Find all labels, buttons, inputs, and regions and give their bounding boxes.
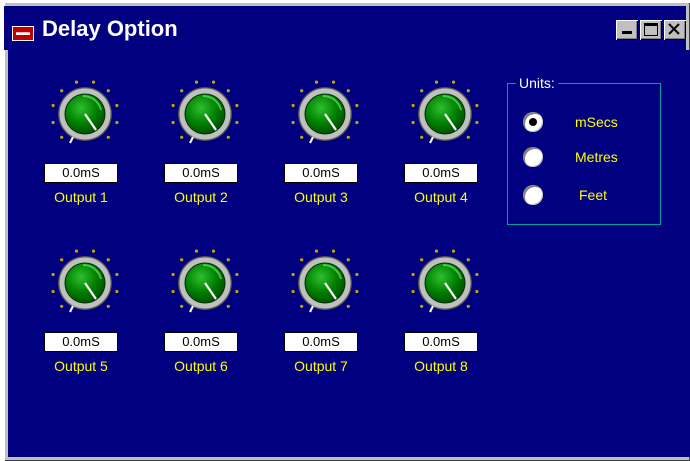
output-3-label: Output 3 [294,189,348,205]
output-5-control[interactable]: 0.0mS Output 5 [40,245,130,405]
maximize-button[interactable] [640,20,662,40]
close-button[interactable] [664,20,686,40]
output-1-label: Output 1 [54,189,108,205]
radio-msecs[interactable]: mSecs [523,110,653,134]
output-7-label: Output 7 [294,358,348,374]
output-2-delay-value[interactable]: 0.0mS [164,163,238,183]
output-6-label: Output 6 [174,358,228,374]
radio-msecs-label[interactable]: mSecs [575,114,618,130]
radio-feet-label[interactable]: Feet [579,187,607,203]
rotary-knob[interactable] [410,245,480,329]
radio-msecs-button[interactable] [523,112,543,132]
output-8-label: Output 8 [414,358,468,374]
output-8-control[interactable]: 0.0mS Output 8 [400,245,490,405]
rotary-knob[interactable] [50,245,120,329]
output-6-control[interactable]: 0.0mS Output 6 [160,245,250,405]
output-3-delay-value[interactable]: 0.0mS [284,163,358,183]
radio-metres[interactable]: Metres [523,145,653,169]
output-7-control[interactable]: 0.0mS Output 7 [280,245,370,405]
output-5-label: Output 5 [54,358,108,374]
delay-panel: 0.0mS Output 1 0.0mS Output 2 0.0mS Output 30… [8,50,690,457]
rotary-knob[interactable] [290,245,360,329]
output-1-control[interactable]: 0.0mS Output 1 [40,76,130,236]
output-4-control[interactable]: 0.0mS Output 4 [400,76,490,236]
output-2-label: Output 2 [174,189,228,205]
units-group: Units: mSecs Metres Feet [507,75,661,225]
rotary-knob[interactable] [290,76,360,160]
radio-feet[interactable]: Feet [523,183,653,207]
output-4-delay-value[interactable]: 0.0mS [404,163,478,183]
minimize-button[interactable] [616,20,638,40]
units-legend: Units: [516,75,558,91]
rotary-knob[interactable] [410,76,480,160]
maximize-icon [644,23,658,36]
radio-selected-dot [529,118,537,126]
title-bar[interactable]: Delay Option [4,6,686,50]
output-5-delay-value[interactable]: 0.0mS [44,332,118,352]
output-4-label: Output 4 [414,189,468,205]
rotary-knob[interactable] [170,245,240,329]
rotary-knob[interactable] [170,76,240,160]
app-icon[interactable] [12,26,34,41]
radio-metres-button[interactable] [523,147,543,167]
output-7-delay-value[interactable]: 0.0mS [284,332,358,352]
radio-feet-button[interactable] [523,185,543,205]
radio-metres-label[interactable]: Metres [575,149,618,165]
output-3-control[interactable]: 0.0mS Output 3 [280,76,370,236]
close-icon [667,21,681,42]
output-2-control[interactable]: 0.0mS Output 2 [160,76,250,236]
output-1-delay-value[interactable]: 0.0mS [44,163,118,183]
window-title: Delay Option [42,16,178,41]
rotary-knob[interactable] [50,76,120,160]
minimize-icon [622,31,632,34]
output-6-delay-value[interactable]: 0.0mS [164,332,238,352]
output-8-delay-value[interactable]: 0.0mS [404,332,478,352]
